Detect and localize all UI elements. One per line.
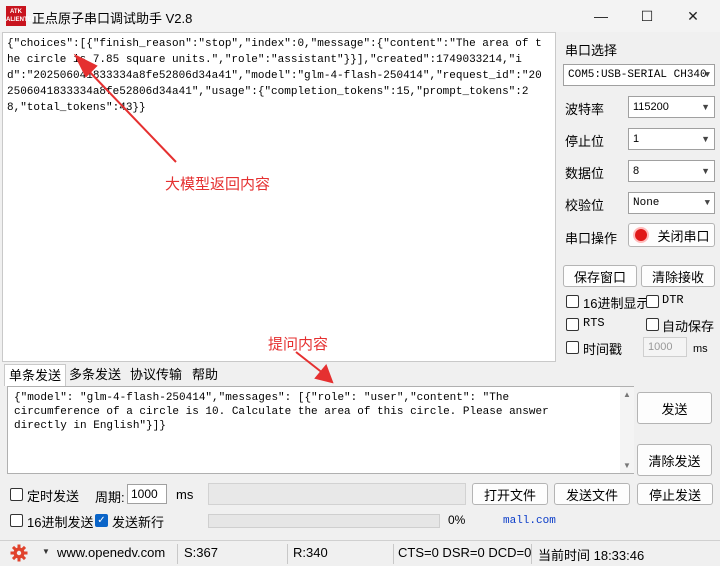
toggle-port-button[interactable]: 关闭串口 — [628, 223, 715, 247]
chevron-down-icon: ▼ — [701, 134, 710, 144]
status-separator — [177, 544, 178, 564]
current-time: 当前时间 18:33:46 — [538, 548, 645, 563]
send-button[interactable]: 发送 — [637, 392, 712, 424]
save-window-button[interactable]: 保存窗口 — [563, 265, 637, 287]
send-annotation: 提问内容 — [268, 336, 329, 353]
tab-help[interactable]: 帮助 — [188, 364, 222, 386]
period-ms-label: ms — [176, 487, 194, 502]
parity-label: 校验位 — [565, 198, 605, 213]
received-count: R:340 — [293, 545, 328, 560]
open-file-button[interactable]: 打开文件 — [472, 483, 548, 505]
send-newline-label: 发送新行 — [112, 515, 165, 530]
status-separator — [393, 544, 394, 564]
chevron-down-icon: ▼ — [704, 198, 710, 208]
stop-label: 停止位 — [565, 134, 605, 149]
gear-icon[interactable] — [10, 544, 34, 564]
auto-save-checkbox[interactable] — [646, 318, 659, 331]
chevron-down-icon: ▼ — [701, 102, 710, 112]
sent-count: S:367 — [184, 545, 218, 560]
status-bar: ▼ www.openedv.com S:367 R:340 CTS=0 DSR=… — [0, 540, 720, 566]
port-select[interactable]: COM5:USB-SERIAL CH340 ▼ — [563, 64, 715, 86]
period-label: 周期: — [95, 490, 125, 505]
hex-display-checkbox[interactable] — [566, 295, 579, 308]
port-status-icon — [633, 227, 650, 243]
scroll-down-icon[interactable]: ▼ — [623, 461, 631, 470]
ad-link[interactable]: mall.com — [503, 515, 556, 527]
hex-display-label: 16进制显示 — [583, 296, 650, 311]
hex-send-label: 16进制发送 — [27, 515, 94, 530]
receive-annotation: 大模型返回内容 — [165, 176, 271, 193]
timestamp-checkbox[interactable] — [566, 341, 579, 354]
dtr-checkbox[interactable] — [646, 295, 659, 308]
timed-send-label: 定时发送 — [27, 489, 80, 504]
clear-receive-button[interactable]: 清除接收 — [641, 265, 715, 287]
send-scrollbar[interactable]: ▲ ▼ — [620, 387, 634, 473]
chevron-down-icon: ▼ — [701, 166, 710, 176]
send-text: {"model": "glm-4-flash-250414","messages… — [14, 392, 556, 432]
receive-arrow-head — [73, 53, 98, 78]
rts-label: RTS — [583, 316, 605, 330]
stop-send-button[interactable]: 停止发送 — [637, 483, 713, 505]
rts-checkbox[interactable] — [566, 318, 579, 331]
stop-select[interactable]: 1 ▼ — [628, 128, 715, 150]
receive-arrow-line — [83, 65, 177, 163]
send-newline-checkbox[interactable]: ✓ — [95, 514, 108, 527]
data-label: 数据位 — [565, 166, 605, 181]
port-label: 串口选择 — [565, 43, 618, 58]
send-file-button[interactable]: 发送文件 — [554, 483, 630, 505]
timestamp-ms-label: ms — [693, 343, 708, 355]
status-separator — [287, 544, 288, 564]
hex-send-checkbox[interactable] — [10, 514, 23, 527]
clear-send-button[interactable]: 清除发送 — [637, 444, 712, 476]
auto-save-label: 自动保存 — [662, 319, 715, 334]
tab-multi-send[interactable]: 多条发送 — [65, 364, 125, 386]
baud-select[interactable]: 115200 ▼ — [628, 96, 715, 118]
website-link[interactable]: www.openedv.com — [57, 545, 165, 560]
baud-label: 波特率 — [565, 102, 605, 117]
op-label: 串口操作 — [565, 231, 618, 246]
send-progress-text: 0% — [448, 513, 466, 527]
data-select[interactable]: 8 ▼ — [628, 160, 715, 182]
period-input[interactable]: 1000 — [127, 484, 167, 504]
chevron-down-icon: ▼ — [704, 70, 710, 80]
timed-send-checkbox[interactable] — [10, 488, 23, 501]
tab-protocol[interactable]: 协议传输 — [126, 364, 186, 386]
line-status: CTS=0 DSR=0 DCD=0 — [398, 545, 532, 560]
scroll-up-icon[interactable]: ▲ — [623, 390, 631, 399]
file-path-field[interactable] — [208, 483, 466, 505]
timestamp-interval-input[interactable]: 1000 — [643, 337, 687, 357]
timestamp-label: 时间戳 — [583, 342, 623, 357]
tab-single-send[interactable]: 单条发送 — [4, 364, 67, 386]
send-progress-bar — [208, 514, 440, 528]
parity-select[interactable]: None ▼ — [628, 192, 715, 214]
send-input[interactable]: {"model": "glm-4-flash-250414","messages… — [7, 386, 634, 474]
dtr-label: DTR — [662, 293, 684, 307]
settings-chevron-icon[interactable]: ▼ — [42, 547, 50, 556]
status-separator — [531, 544, 532, 564]
